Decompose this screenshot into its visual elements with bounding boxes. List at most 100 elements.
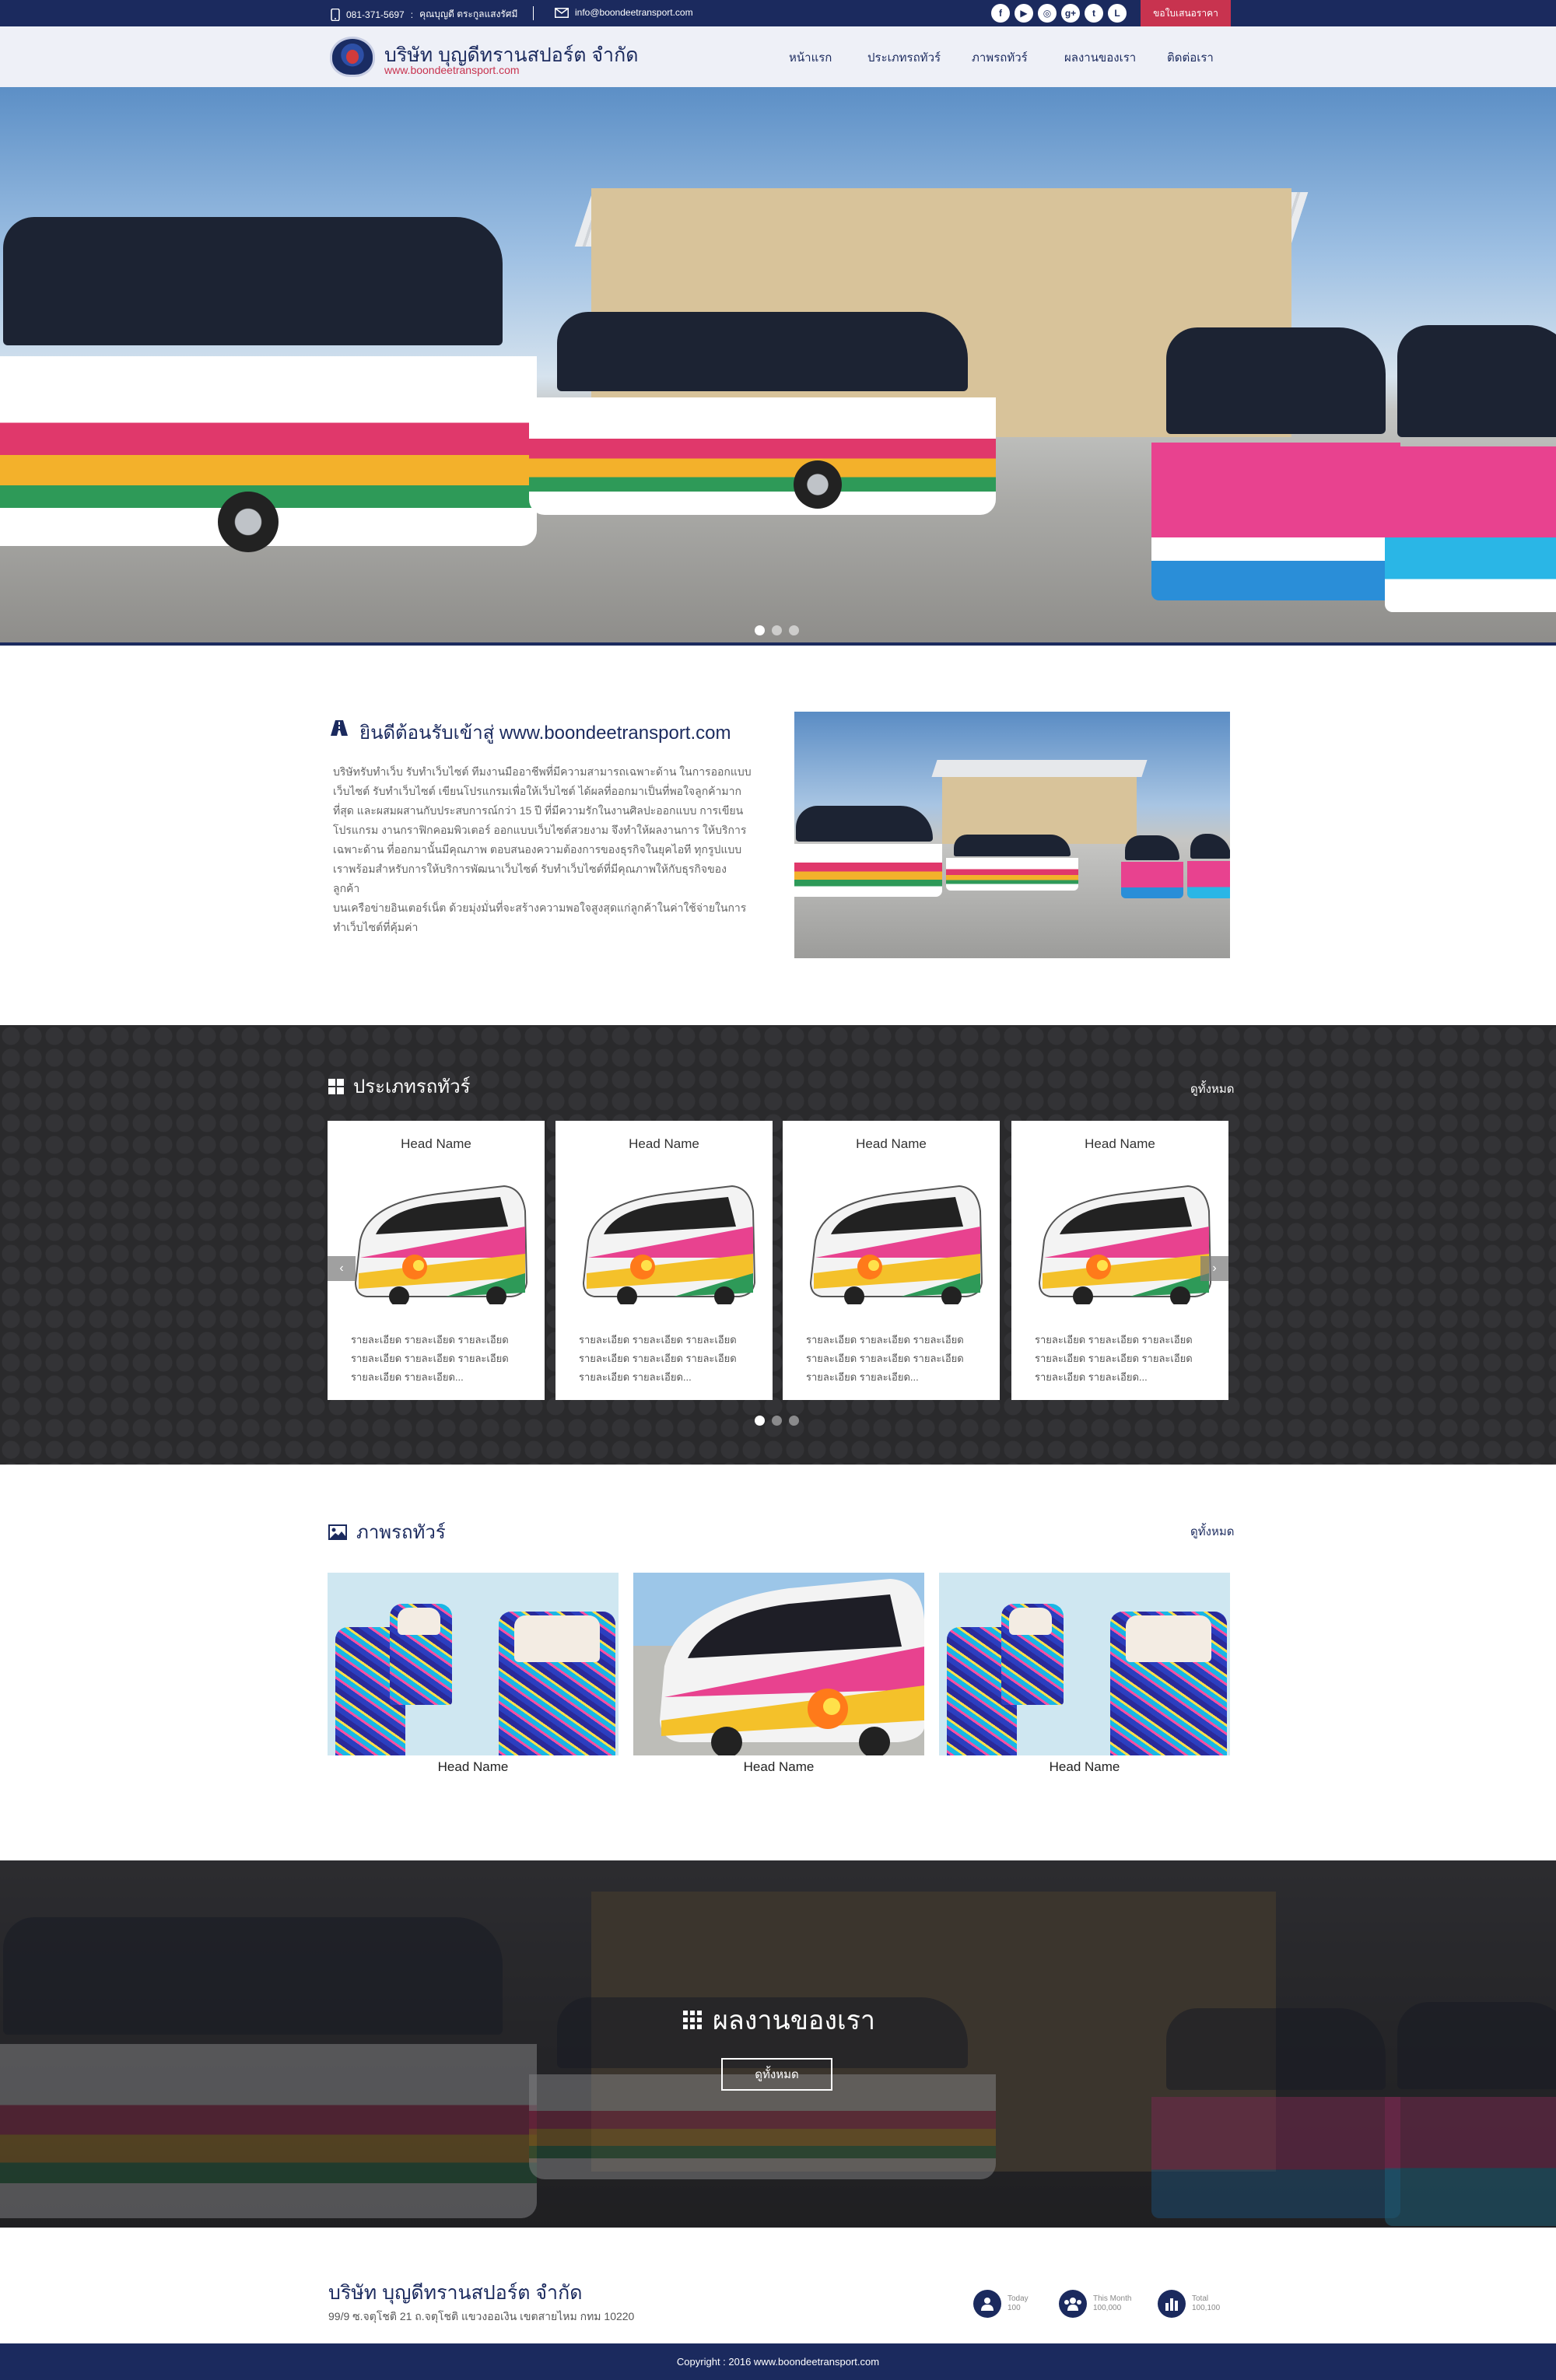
welcome-line: โปรแกรม งานกราฟิกคอมพิวเตอร์ ออกแบบเว็บไ… xyxy=(333,824,747,836)
gallery-photo-bus[interactable] xyxy=(633,1573,924,1755)
tour-card-image xyxy=(354,1185,527,1304)
nav-home[interactable]: หน้าแรก xyxy=(789,48,832,67)
bar-chart-icon xyxy=(1165,2298,1178,2311)
grid-icon xyxy=(328,1078,344,1094)
hero-dot-1[interactable] xyxy=(755,625,765,635)
tour-types-header: ประเภทรถทัวร์ xyxy=(328,1071,470,1101)
tour-types-dots xyxy=(755,1416,799,1426)
hero-dot-3[interactable] xyxy=(789,625,799,635)
tour-card-title: Head Name xyxy=(629,1136,699,1151)
tour-card-description: รายละเอียด รายละเอียด รายละเอียด รายละเอ… xyxy=(806,1334,964,1383)
gallery-caption: Head Name xyxy=(1049,1759,1120,1774)
phone-contact[interactable]: 081-371-5697 : คุณบุญดี ตระกูลแสงรัศมี xyxy=(331,7,517,22)
image-icon xyxy=(328,1524,347,1540)
nav-bus-photos[interactable]: ภาพรถทัวร์ xyxy=(972,48,1028,67)
gallery-header: ภาพรถทัวร์ xyxy=(328,1517,446,1547)
road-icon xyxy=(331,720,348,736)
tour-dot-3[interactable] xyxy=(789,1416,799,1426)
facebook-icon[interactable]: f xyxy=(991,4,1010,23)
our-works-see-all-button[interactable]: ดูทั้งหมด xyxy=(721,2058,832,2091)
phone-number: 081-371-5697 xyxy=(346,9,405,20)
copyright-bar: Copyright : 2016 www.boondeetransport.co… xyxy=(0,2343,1556,2380)
tour-card[interactable]: Head Name รายละเอียด รายละเอียด รายละเอี… xyxy=(328,1121,545,1400)
tour-card[interactable]: Head Name รายละเอียด รายละเอียด รายละเอี… xyxy=(1011,1121,1228,1400)
twitter-icon[interactable]: t xyxy=(1085,4,1103,23)
tour-card-description: รายละเอียด รายละเอียด รายละเอียด รายละเอ… xyxy=(579,1334,737,1383)
tour-card-image xyxy=(1038,1185,1211,1304)
tour-types-see-all-link[interactable]: ดูทั้งหมด xyxy=(1190,1080,1234,1098)
our-works-banner xyxy=(0,1860,1556,2228)
nav-our-works[interactable]: ผลงานของเรา xyxy=(1064,48,1136,67)
hero-dot-2[interactable] xyxy=(772,625,782,635)
welcome-line: ที่สุด และผสมผสานกับประสบการณ์กว่า 15 ปี… xyxy=(333,804,744,817)
hero-wheel xyxy=(794,460,842,509)
youtube-icon[interactable]: ▶ xyxy=(1015,4,1033,23)
gallery-photo-interior[interactable] xyxy=(939,1573,1230,1755)
footer-address: 99/9 ซ.จตุโชติ 21 ถ.จตุโชติ แขวงออเงิน เ… xyxy=(328,2310,635,2322)
visitor-stat-today: Today 100 xyxy=(973,2290,1029,2318)
hero-slider[interactable] xyxy=(0,87,1556,644)
gallery-see-all-link[interactable]: ดูทั้งหมด xyxy=(1190,1522,1234,1541)
topbar-divider xyxy=(533,6,534,20)
mail-icon xyxy=(555,7,569,18)
tour-dot-1[interactable] xyxy=(755,1416,765,1426)
tour-card[interactable]: Head Name รายละเอียด รายละเอียด รายละเอี… xyxy=(555,1121,773,1400)
google-plus-icon[interactable]: g+ xyxy=(1061,4,1080,23)
site-header: บริษัท บุญดีทรานสปอร์ต จำกัด www.boondee… xyxy=(0,26,1556,87)
email-address: info@boondeetransport.com xyxy=(575,7,693,18)
stat-value: 100 xyxy=(1008,2304,1021,2312)
tour-card-title: Head Name xyxy=(1085,1136,1155,1151)
tour-card-image xyxy=(582,1185,755,1304)
phone-icon xyxy=(331,8,340,21)
gallery-caption: Head Name xyxy=(743,1759,815,1774)
tour-card[interactable]: Head Name รายละเอียด รายละเอียด รายละเอี… xyxy=(783,1121,1000,1400)
users-icon xyxy=(1064,2298,1081,2311)
company-website[interactable]: www.boondeetransport.com xyxy=(384,64,520,76)
hero-bottom-border xyxy=(0,642,1556,646)
our-works-title: ผลงานของเรา xyxy=(713,2006,875,2035)
tour-types-title: ประเภทรถทัวร์ xyxy=(353,1076,471,1097)
carousel-prev-button[interactable]: ‹ xyxy=(328,1256,356,1281)
contact-name: คุณบุญดี ตระกูลแสงรัศมี xyxy=(419,9,518,19)
top-bar: 081-371-5697 : คุณบุญดี ตระกูลแสงรัศมี i… xyxy=(0,0,1556,26)
stat-label: Total xyxy=(1192,2294,1209,2303)
stat-label: Today xyxy=(1008,2294,1029,2303)
stat-value: 100,100 xyxy=(1192,2304,1221,2312)
hero-bus-left xyxy=(0,180,537,546)
gallery-caption: Head Name xyxy=(437,1759,509,1774)
welcome-text: บริษัทรับทำเว็บ รับทำเว็บไซต์ ทีมงานมืออ… xyxy=(333,762,753,937)
stat-label: This Month xyxy=(1093,2294,1132,2303)
carousel-next-button[interactable]: › xyxy=(1200,1256,1228,1281)
tour-card-description: รายละเอียด รายละเอียด รายละเอียด รายละเอ… xyxy=(351,1334,509,1383)
logo-icon[interactable] xyxy=(330,37,375,77)
welcome-line: บริษัทรับทำเว็บ รับทำเว็บไซต์ ทีมงานมืออ… xyxy=(333,765,752,778)
nav-tour-types[interactable]: ประเภทรถทัวร์ xyxy=(867,48,941,67)
welcome-line: เราพร้อมสำหรับการให้บริการพัฒนาเว็บไซต์ … xyxy=(333,863,727,894)
stat-value: 100,000 xyxy=(1093,2304,1122,2312)
gallery-title: ภาพรถทัวร์ xyxy=(356,1522,446,1543)
tour-card-description: รายละเอียด รายละเอียด รายละเอียด รายละเอ… xyxy=(1035,1334,1193,1383)
user-icon xyxy=(981,2298,994,2311)
tour-card-title: Head Name xyxy=(856,1136,927,1151)
nav-contact[interactable]: ติดต่อเรา xyxy=(1167,48,1214,67)
hero-bus-right xyxy=(1151,297,1400,600)
tour-types-section xyxy=(0,1025,1556,1465)
welcome-line: เว็บไซต์ รับทำเว็บไซต์ เขียนโปรแกรมเพื่อ… xyxy=(333,785,741,797)
welcome-photo xyxy=(794,712,1230,958)
hero-bus-far-right xyxy=(1385,293,1556,612)
our-works-header: ผลงานของเรา xyxy=(683,1999,875,2041)
tour-card-image xyxy=(809,1185,983,1304)
request-quote-button[interactable]: ขอใบเสนอราคา xyxy=(1141,0,1231,26)
welcome-line: ทำเว็บไซต์ที่คุ้มค่า xyxy=(333,921,419,933)
footer-company-name: บริษัท บุญดีทรานสปอร์ต จำกัด xyxy=(328,2282,583,2304)
gallery-photo-interior[interactable] xyxy=(328,1573,619,1755)
apps-grid-icon xyxy=(683,2011,702,2029)
visitor-stat-total: Total 100,100 xyxy=(1158,2290,1220,2318)
email-contact[interactable]: info@boondeetransport.com xyxy=(555,7,693,18)
instagram-icon[interactable]: ◎ xyxy=(1038,4,1057,23)
tour-dot-2[interactable] xyxy=(772,1416,782,1426)
welcome-title: ยินดีต้อนรับเข้าสู่ www.boondeetransport… xyxy=(359,723,731,744)
social-links: f ▶ ◎ g+ t L xyxy=(991,4,1127,23)
hero-slide-dots xyxy=(755,625,799,635)
line-icon[interactable]: L xyxy=(1108,4,1127,23)
